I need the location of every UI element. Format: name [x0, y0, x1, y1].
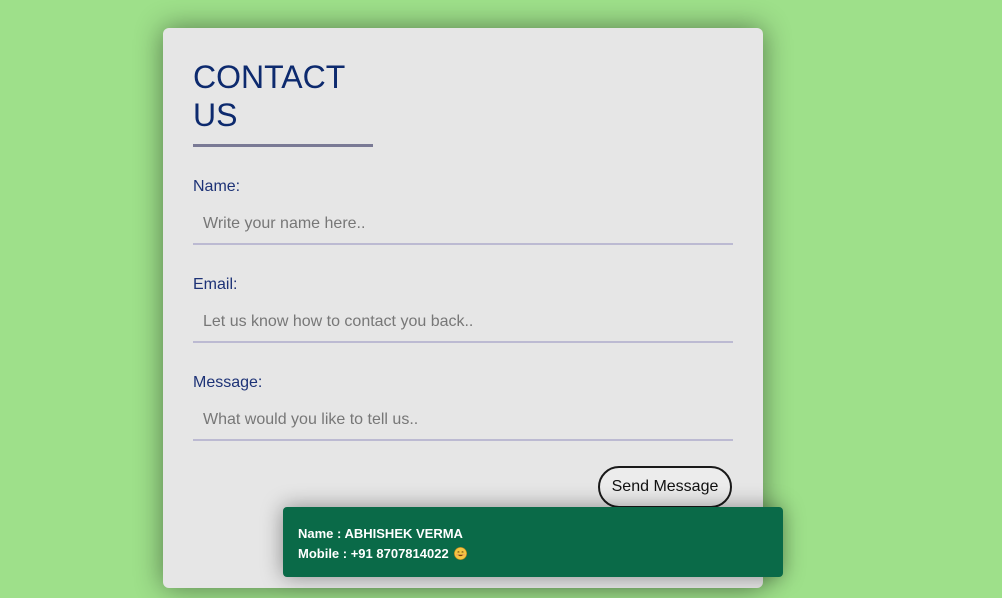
email-input[interactable] [193, 303, 733, 343]
message-label: Message: [193, 374, 263, 391]
contact-info-toast: Name : ABHISHEK VERMA Mobile : +91 87078… [283, 507, 783, 577]
name-label: Name: [193, 178, 241, 195]
page-title: CONTACT US [193, 59, 345, 133]
email-label: Email: [193, 276, 238, 293]
send-message-button[interactable]: Send Message [598, 466, 732, 508]
name-input[interactable] [193, 205, 733, 245]
smiling-face-icon [453, 547, 467, 560]
title-underline [193, 144, 373, 147]
message-input[interactable] [193, 401, 733, 441]
toast-name-line: Name : ABHISHEK VERMA [298, 526, 463, 541]
toast-mobile-line: Mobile : +91 8707814022 [298, 546, 449, 561]
contact-card: CONTACT US Name: Email: Message: Send Me… [163, 28, 763, 588]
toast-mobile-row: Mobile : +91 8707814022 [298, 544, 768, 564]
